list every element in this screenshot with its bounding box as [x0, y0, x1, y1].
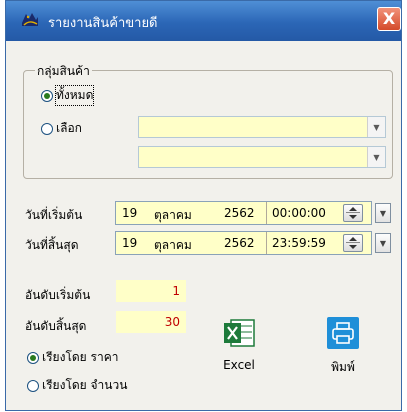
radio-sort-price-indicator[interactable] [27, 351, 39, 364]
radio-all-label: ทั้งหมด [54, 85, 95, 106]
radio-sort-quantity-indicator[interactable] [27, 379, 39, 392]
end-date-label: วันที่สิ้นสุด [25, 238, 79, 252]
rank-end-input[interactable]: 30 [116, 311, 186, 333]
report-window: รายงานสินค้าขายดี X กลุ่มสินค้า ทั้งหมด … [5, 0, 402, 411]
print-button[interactable]: พิมพ์ [320, 317, 366, 377]
radio-sort-by-price[interactable]: เรียงโดย ราคา [27, 348, 118, 367]
radio-sort-by-quantity[interactable]: เรียงโดย จำนวน [27, 376, 127, 395]
end-datetime-field[interactable]: 19 ตุลาคม 2562 23:59:59 [115, 231, 372, 255]
chevron-down-icon[interactable]: ▼ [367, 147, 385, 167]
radio-all-products[interactable]: ทั้งหมด [41, 85, 95, 106]
excel-button[interactable]: Excel [214, 317, 264, 372]
product-select-combo-2[interactable]: ▼ [138, 146, 386, 168]
start-date-dropdown-button[interactable]: ▼ [375, 203, 391, 223]
radio-select-indicator[interactable] [41, 122, 53, 135]
window-title: รายงานสินค้าขายดี [48, 16, 158, 31]
title-bar[interactable]: รายงานสินค้าขายดี X [6, 1, 401, 41]
chevron-down-icon: ▼ [379, 238, 387, 248]
close-button[interactable]: X [377, 7, 401, 31]
app-logo-icon [22, 13, 38, 26]
start-date-label: วันที่เริ่มต้น [25, 208, 83, 222]
end-day[interactable]: 19 [122, 236, 137, 250]
print-button-label: พิมพ์ [331, 360, 355, 374]
start-datetime-field[interactable]: 19 ตุลาคม 2562 00:00:00 [115, 201, 372, 225]
end-month[interactable]: ตุลาคม [154, 236, 192, 255]
rank-start-label: อันดับเริ่มต้น [25, 288, 91, 302]
chevron-down-icon[interactable]: ▼ [367, 117, 385, 137]
time-divider [266, 202, 267, 224]
close-icon: X [382, 9, 396, 28]
printer-icon [327, 317, 359, 349]
end-time-spinner[interactable] [343, 234, 363, 252]
start-time-spinner[interactable] [343, 204, 363, 222]
rank-end-label: อันดับสิ้นสุด [25, 319, 87, 333]
rank-start-input[interactable]: 1 [116, 280, 186, 302]
chevron-down-icon: ▼ [379, 208, 387, 218]
radio-select-products[interactable]: เลือก [41, 119, 82, 138]
time-divider [266, 232, 267, 254]
excel-icon [224, 319, 255, 347]
excel-button-label: Excel [223, 358, 255, 372]
radio-sort-quantity-label: เรียงโดย จำนวน [42, 378, 128, 392]
start-time[interactable]: 00:00:00 [272, 206, 326, 220]
product-group-legend: กลุ่มสินค้า [35, 62, 92, 81]
start-month[interactable]: ตุลาคม [154, 206, 192, 225]
end-date-dropdown-button[interactable]: ▼ [375, 233, 391, 253]
start-day[interactable]: 19 [122, 206, 137, 220]
radio-select-label: เลือก [56, 121, 82, 135]
start-year[interactable]: 2562 [224, 206, 255, 220]
radio-sort-price-label: เรียงโดย ราคา [42, 350, 119, 364]
end-year[interactable]: 2562 [224, 236, 255, 250]
end-time[interactable]: 23:59:59 [272, 236, 326, 250]
radio-all-indicator[interactable] [41, 89, 53, 102]
product-select-combo-1[interactable]: ▼ [138, 116, 386, 138]
